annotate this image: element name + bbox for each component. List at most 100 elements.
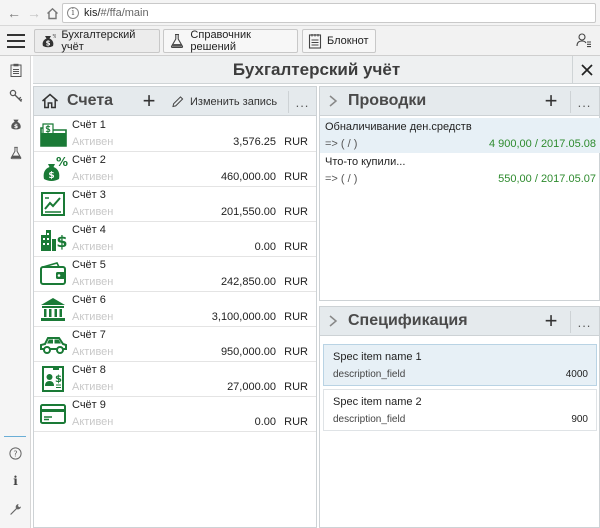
accounts-panel: Счета + Изменить запись ... Счёт 1 Активе… (33, 86, 317, 528)
clipboard-icon[interactable] (0, 58, 31, 82)
postings-panel: Проводки + ... Обналичивание ден.средств… (319, 86, 600, 301)
hamburger-menu-icon[interactable] (5, 31, 27, 51)
report-chart-icon (41, 192, 65, 216)
posting-ref: => ( / ) (325, 173, 358, 185)
info-icon[interactable]: i (0, 469, 31, 493)
home-icon[interactable] (41, 93, 59, 109)
account-row[interactable]: Счёт 9 Активен 0.00 RUR (34, 397, 316, 432)
account-row[interactable]: Счёт 1 Активен 3,576.25 RUR (34, 117, 316, 152)
account-row[interactable]: Счёт 6 Активен 3,100,000.00 RUR (34, 292, 316, 327)
folder-money-icon (40, 123, 67, 147)
svg-text:$: $ (56, 232, 67, 251)
account-name: Счёт 4 (72, 224, 106, 236)
account-amount: 3,100,000.00 (211, 311, 276, 323)
add-account-button[interactable]: + (138, 89, 160, 113)
spec-item-value: 900 (571, 414, 588, 425)
notepad-icon (308, 32, 322, 50)
add-posting-button[interactable]: + (540, 89, 562, 113)
account-name: Счёт 6 (72, 294, 106, 306)
address-bar[interactable]: i kis/#/ffa/main (62, 3, 596, 23)
user-menu-icon[interactable] (576, 32, 592, 48)
edit-record-button[interactable]: Изменить запись (171, 95, 277, 108)
accounts-title: Счета (67, 92, 114, 109)
svg-text:?: ? (13, 449, 17, 458)
posting-title: Что-то купили... (325, 156, 406, 168)
wrench-icon[interactable] (0, 497, 31, 521)
specification-panel-header: Спецификация + ... (320, 307, 599, 336)
specification-title: Спецификация (348, 312, 468, 329)
account-name: Счёт 8 (72, 364, 106, 376)
posting-row[interactable]: Что-то купили... => ( / ) 550,00 / 2017.… (320, 153, 600, 188)
money-bag-icon[interactable]: $ (0, 112, 31, 136)
account-row[interactable]: Счёт 5 Активен 242,850.00 RUR (34, 257, 316, 292)
account-status: Активен (72, 416, 114, 428)
id-card-dollar-icon: $ (42, 366, 64, 392)
tab-accounting[interactable]: $% Бухгалтерский учёт (34, 29, 160, 53)
account-status: Активен (72, 241, 114, 253)
account-currency: RUR (284, 136, 308, 148)
svg-text:$: $ (46, 40, 51, 48)
bank-icon (41, 298, 65, 321)
account-row[interactable]: $ Счёт 4 Активен 0.00 RUR (34, 222, 316, 257)
window-title-text: Бухгалтерский учёт (232, 59, 401, 79)
help-icon[interactable]: ? (0, 441, 31, 465)
tab-notepad[interactable]: Блокнот (302, 29, 376, 53)
spec-item-description: description_field (333, 414, 406, 425)
close-window-button[interactable] (572, 56, 600, 84)
accounts-panel-header: Счета + Изменить запись ... (34, 87, 316, 116)
account-amount: 242,850.00 (220, 276, 276, 288)
account-name: Счёт 1 (72, 119, 106, 131)
back-arrow-icon[interactable]: ← (4, 3, 24, 23)
account-status: Активен (72, 136, 114, 148)
account-name: Счёт 2 (72, 154, 106, 166)
account-currency: RUR (284, 346, 308, 358)
flask-icon[interactable] (0, 141, 31, 165)
forward-arrow-icon[interactable]: → (24, 3, 44, 23)
svg-text:%: % (53, 34, 57, 40)
money-bag-icon: $% (40, 32, 56, 50)
credit-card-icon (40, 404, 66, 424)
account-amount: 0.00 (254, 241, 276, 253)
spec-item-name: Spec item name 1 (333, 351, 422, 363)
tab-accounting-label: Бухгалтерский учёт (61, 29, 136, 53)
left-rail: $ ? i (0, 56, 31, 528)
money-bag-percent-icon: $% (43, 155, 68, 181)
rail-divider (4, 436, 26, 437)
accounting-window: Бухгалтерский учёт Счета + Изменить запи… (33, 56, 600, 528)
car-icon (40, 337, 67, 354)
account-row[interactable]: Счёт 3 Активен 201,550.00 RUR (34, 187, 316, 222)
tab-solutions[interactable]: Справочник решений (163, 29, 298, 53)
account-amount: 950,000.00 (220, 346, 276, 358)
posting-value: 550,00 / 2017.05.07 (498, 173, 596, 185)
chevron-right-icon[interactable] (328, 95, 340, 107)
account-currency: RUR (284, 241, 308, 253)
accounts-more-button[interactable]: ... (288, 91, 316, 113)
posting-row[interactable]: Обналичивание ден.средств => ( / ) 4 900… (320, 118, 600, 153)
account-status: Активен (72, 311, 114, 323)
add-spec-button[interactable]: + (540, 309, 562, 333)
account-status: Активен (72, 346, 114, 358)
account-row[interactable]: $% Счёт 2 Активен 460,000.00 RUR (34, 152, 316, 187)
account-row[interactable]: Счёт 7 Активен 950,000.00 RUR (34, 327, 316, 362)
account-currency: RUR (284, 381, 308, 393)
home-icon[interactable] (42, 3, 62, 23)
city-dollar-icon: $ (41, 230, 68, 251)
account-amount: 0.00 (254, 416, 276, 428)
spec-item[interactable]: Spec item name 1 description_field 4000 (323, 344, 597, 386)
spec-item[interactable]: Spec item name 2 description_field 900 (323, 389, 597, 431)
tab-notepad-label: Блокнот (327, 35, 369, 47)
pencil-icon (172, 96, 184, 108)
account-currency: RUR (284, 171, 308, 183)
account-row[interactable]: $ Счёт 8 Активен 27,000.00 RUR (34, 362, 316, 397)
account-currency: RUR (284, 276, 308, 288)
browser-toolbar: ← → i kis/#/ffa/main (0, 0, 600, 26)
spec-more-button[interactable]: ... (570, 311, 598, 333)
svg-text:$: $ (55, 374, 62, 385)
key-icon[interactable] (0, 84, 31, 108)
page-info-icon[interactable]: i (67, 7, 79, 19)
account-status: Активен (72, 276, 114, 288)
postings-more-button[interactable]: ... (570, 91, 598, 113)
tab-solutions-label: Справочник решений (190, 29, 251, 53)
chevron-right-icon[interactable] (328, 315, 340, 327)
postings-panel-header: Проводки + ... (320, 87, 599, 116)
